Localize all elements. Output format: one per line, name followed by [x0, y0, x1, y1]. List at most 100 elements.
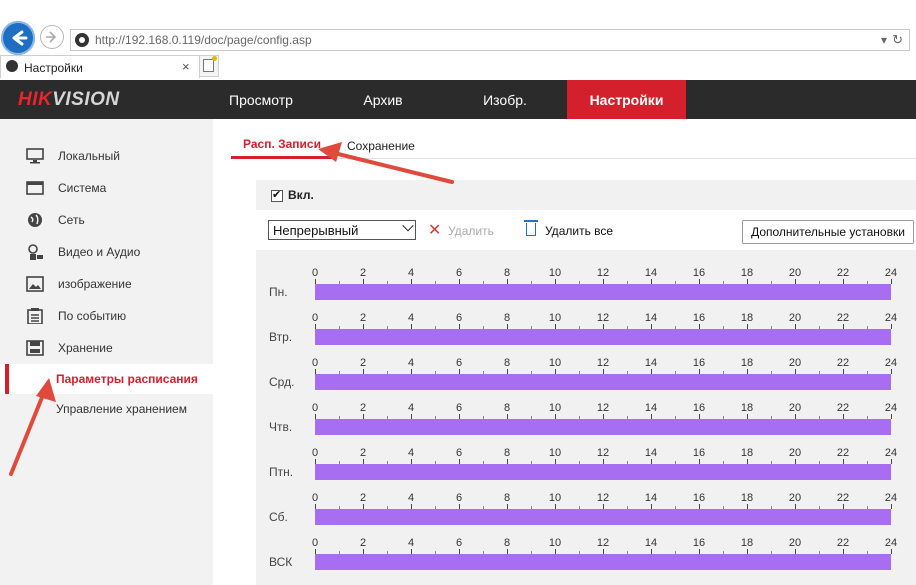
sidebar-item-video-audio[interactable]: Видео и Аудио: [0, 236, 213, 268]
sidebar-subitem-storage-management[interactable]: Управление хранением: [0, 395, 213, 423]
sidebar-item-system[interactable]: Система: [0, 172, 213, 204]
hour-tick-label: 24: [884, 357, 898, 369]
hour-tick-label: 18: [740, 312, 754, 324]
hour-tick-label: 8: [503, 492, 511, 504]
tab-capture[interactable]: Сохранение: [347, 139, 415, 153]
hour-tick-label: 16: [692, 357, 706, 369]
url-text: http://192.168.0.119/doc/page/config.asp: [95, 33, 312, 47]
back-button[interactable]: [1, 21, 35, 55]
sidebar-subitem-label: Управление хранением: [56, 402, 187, 416]
forward-button[interactable]: [40, 25, 64, 49]
delete-all-button[interactable]: Удалить все: [524, 220, 624, 240]
hour-tick-label: 14: [644, 402, 658, 414]
hour-tick-label: 2: [359, 357, 367, 369]
trash-icon: [524, 220, 538, 236]
hour-tick-label: 10: [548, 267, 562, 279]
hour-tick-label: 20: [788, 537, 802, 549]
record-type-select[interactable]: Непрерывный: [268, 220, 416, 240]
day-label: ВСК: [269, 555, 293, 569]
hour-tick-label: 0: [311, 267, 319, 279]
hour-tick-label: 12: [596, 447, 610, 459]
schedule-bar[interactable]: [315, 419, 891, 435]
sidebar-subitem-schedule[interactable]: Параметры расписания: [0, 364, 213, 394]
sidebar-item-image[interactable]: изображение: [0, 268, 213, 300]
hour-tick-label: 4: [407, 312, 415, 324]
hour-tick-label: 12: [596, 357, 610, 369]
sidebar-item-label: Сеть: [58, 213, 85, 227]
new-tab-icon: [203, 56, 217, 72]
hour-tick-label: 8: [503, 267, 511, 279]
nav-picture[interactable]: Изобр.: [460, 80, 550, 119]
hour-tick-label: 2: [359, 537, 367, 549]
sidebar-item-local[interactable]: Локальный: [0, 140, 213, 172]
record-type-value: Непрерывный: [273, 223, 359, 238]
advanced-settings-button[interactable]: Дополнительные установки: [742, 220, 914, 244]
sidebar-item-label: Хранение: [58, 341, 113, 355]
browser-tab[interactable]: Настройки ×: [0, 55, 200, 78]
nav-live-view[interactable]: Просмотр: [214, 80, 308, 119]
hour-tick-label: 10: [548, 312, 562, 324]
hour-tick-label: 12: [596, 402, 610, 414]
hour-tick-label: 0: [311, 537, 319, 549]
hour-tick-label: 24: [884, 312, 898, 324]
hour-tick-label: 22: [836, 402, 850, 414]
enable-checkbox[interactable]: [271, 188, 283, 202]
hour-tick-label: 16: [692, 537, 706, 549]
address-bar[interactable]: http://192.168.0.119/doc/page/config.asp…: [70, 29, 910, 51]
delete-button[interactable]: ✕ Удалить: [428, 222, 508, 240]
refresh-icon[interactable]: ↻: [892, 32, 903, 48]
hour-tick-label: 20: [788, 357, 802, 369]
tab-close-icon[interactable]: ×: [182, 59, 190, 74]
nav-configuration[interactable]: Настройки: [567, 80, 686, 119]
forward-arrow-icon: [46, 31, 57, 43]
hour-tick-mark: [891, 324, 892, 329]
hour-tick-label: 4: [407, 492, 415, 504]
hour-tick-label: 18: [740, 447, 754, 459]
tab-record-schedule[interactable]: Расп. Записи: [243, 137, 321, 151]
globe-icon: [28, 213, 42, 227]
hour-tick-label: 10: [548, 537, 562, 549]
enable-label: Вкл.: [288, 188, 314, 202]
hour-tick-label: 24: [884, 447, 898, 459]
hour-tick-label: 6: [455, 447, 463, 459]
sidebar-item-label: По событию: [58, 309, 127, 323]
hour-tick-label: 18: [740, 357, 754, 369]
schedule-bar[interactable]: [315, 284, 891, 300]
hour-tick-label: 20: [788, 312, 802, 324]
sidebar-subitem-label: Параметры расписания: [56, 372, 198, 386]
hour-tick-mark: [891, 279, 892, 284]
tab-title: Настройки: [24, 61, 83, 75]
hour-tick-label: 14: [644, 312, 658, 324]
hikvision-logo: HIKVISION: [18, 89, 120, 110]
hour-tick-label: 16: [692, 447, 706, 459]
hour-tick-label: 24: [884, 537, 898, 549]
sidebar-item-event[interactable]: По событию: [0, 300, 213, 332]
hour-tick-label: 16: [692, 312, 706, 324]
close-icon: ✕: [428, 222, 442, 239]
schedule-bar[interactable]: [315, 554, 891, 570]
sidebar-item-label: Видео и Аудио: [58, 245, 141, 259]
hour-tick-label: 16: [692, 267, 706, 279]
sidebar-item-network[interactable]: Сеть: [0, 204, 213, 236]
schedule-bar[interactable]: [315, 374, 891, 390]
hour-tick-label: 6: [455, 537, 463, 549]
schedule-bar[interactable]: [315, 464, 891, 480]
sidebar-item-storage[interactable]: Хранение: [0, 332, 213, 364]
hour-tick-label: 4: [407, 447, 415, 459]
schedule-bar[interactable]: [315, 509, 891, 525]
hour-tick-label: 6: [455, 312, 463, 324]
hour-tick-label: 22: [836, 267, 850, 279]
new-tab-button[interactable]: [199, 55, 219, 77]
hour-tick-label: 20: [788, 492, 802, 504]
schedule-bar[interactable]: [315, 329, 891, 345]
hour-tick-label: 18: [740, 267, 754, 279]
hour-tick-label: 0: [311, 402, 319, 414]
app-header: HIKVISION Просмотр Архив Изобр. Настройк…: [0, 80, 916, 119]
site-favicon-icon: [75, 33, 89, 47]
delete-label: Удалить: [448, 224, 494, 238]
hour-tick-label: 0: [311, 447, 319, 459]
hour-tick-mark: [891, 504, 892, 509]
hour-tick-label: 10: [548, 357, 562, 369]
search-icon[interactable]: ▾: [881, 33, 887, 47]
nav-playback[interactable]: Архив: [340, 80, 426, 119]
